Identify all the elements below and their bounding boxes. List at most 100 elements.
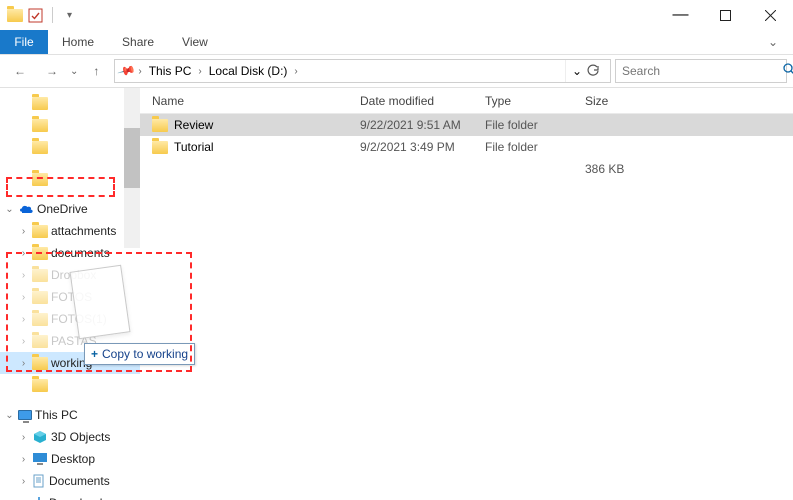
file-name: Review — [174, 118, 213, 132]
tab-view[interactable]: View — [168, 30, 222, 54]
minimize-button[interactable]: — — [658, 0, 703, 30]
address-dropdown[interactable]: ⌄ — [565, 60, 606, 82]
chevron-right-icon[interactable]: › — [196, 66, 203, 77]
tree-node-folder[interactable] — [0, 114, 140, 136]
breadcrumb-this-pc[interactable]: This PC — [146, 64, 195, 78]
expand-icon[interactable]: › — [18, 226, 29, 237]
drag-preview-icon — [70, 265, 131, 340]
back-button[interactable]: ← — [6, 59, 34, 83]
close-button[interactable] — [748, 0, 793, 30]
up-button[interactable]: ↑ — [82, 59, 110, 83]
folder-icon — [32, 97, 48, 110]
expand-icon[interactable]: › — [18, 476, 29, 487]
qat-dropdown-icon[interactable]: ▾ — [61, 7, 78, 24]
folder-icon — [32, 357, 48, 370]
search-input[interactable] — [622, 64, 777, 78]
file-list[interactable]: Name Date modified Type Size Review 9/22… — [140, 88, 793, 500]
tree-label: documents — [51, 246, 110, 260]
expand-icon[interactable]: ⌄ — [4, 204, 15, 215]
breadcrumb[interactable]: 📌 › This PC › Local Disk (D:) › ⌄ — [114, 59, 611, 83]
col-name[interactable]: Name — [140, 94, 360, 108]
search-box[interactable] — [615, 59, 787, 83]
folder-icon — [32, 379, 48, 392]
nav-scrollbar[interactable] — [124, 88, 140, 248]
tree-label: This PC — [35, 408, 78, 422]
expand-icon[interactable]: › — [18, 292, 29, 303]
maximize-button[interactable] — [703, 0, 748, 30]
expand-icon[interactable]: ⌄ — [4, 410, 15, 421]
titlebar: ▾ — — [0, 0, 793, 30]
expand-icon[interactable]: › — [18, 358, 29, 369]
folder-icon — [32, 247, 48, 260]
tree-label: attachments — [51, 224, 116, 238]
onedrive-icon — [18, 203, 34, 215]
tree-node-folder[interactable] — [0, 136, 140, 158]
desktop-icon — [32, 452, 48, 466]
file-type: File folder — [485, 140, 585, 154]
quick-access-toolbar: ▾ — [6, 7, 78, 24]
tree-node-documents[interactable]: › documents — [0, 242, 140, 264]
drag-tooltip: + Copy to working — [84, 343, 195, 365]
window-buttons: — — [658, 0, 793, 30]
this-pc-icon — [18, 410, 32, 420]
tree-node-documents[interactable]: › Documents — [0, 470, 140, 492]
expand-icon[interactable]: › — [18, 248, 29, 259]
plus-icon: + — [91, 347, 98, 361]
col-date[interactable]: Date modified — [360, 94, 485, 108]
folder-icon — [32, 313, 48, 326]
ribbon-expand-icon[interactable]: ⌄ — [753, 30, 793, 54]
properties-icon[interactable] — [27, 7, 44, 24]
forward-button[interactable]: → — [38, 59, 66, 83]
chevron-right-icon[interactable]: › — [292, 66, 299, 77]
chevron-right-icon[interactable]: › — [136, 66, 143, 77]
tree-node-folder[interactable] — [0, 374, 140, 396]
refresh-icon[interactable] — [586, 64, 600, 78]
downloads-icon — [32, 496, 46, 500]
tree-node-folder[interactable] — [0, 92, 140, 114]
file-date: 9/22/2021 9:51 AM — [360, 118, 485, 132]
search-icon[interactable] — [783, 63, 793, 79]
col-size[interactable]: Size — [585, 94, 665, 108]
list-item[interactable]: Tutorial 9/2/2021 3:49 PM File folder — [140, 136, 793, 158]
tree-node-3d-objects[interactable]: › 3D Objects — [0, 426, 140, 448]
drag-ghost — [58, 262, 138, 342]
tree-label: OneDrive — [37, 202, 88, 216]
breadcrumb-local-disk[interactable]: Local Disk (D:) — [206, 64, 291, 78]
tree-node-onedrive[interactable]: ⌄ OneDrive — [0, 198, 140, 220]
tree-node-downloads[interactable]: › Downloads — [0, 492, 140, 500]
tree-label: Downloads — [49, 496, 108, 500]
summary-size: 386 KB — [585, 162, 665, 176]
tree-node-folder[interactable] — [0, 168, 140, 190]
folder-icon — [32, 335, 48, 348]
tree-node-this-pc[interactable]: ⌄ This PC — [0, 404, 140, 426]
expand-icon[interactable]: › — [18, 454, 29, 465]
file-date: 9/2/2021 3:49 PM — [360, 140, 485, 154]
folder-icon — [32, 141, 48, 154]
tree-label: Documents — [49, 474, 110, 488]
pin-icon: 📌 — [117, 61, 137, 81]
list-item[interactable]: Review 9/22/2021 9:51 AM File folder — [140, 114, 793, 136]
folder-icon — [32, 269, 48, 282]
list-summary: 386 KB — [140, 158, 793, 180]
expand-icon[interactable]: › — [18, 314, 29, 325]
chevron-down-icon: ⌄ — [572, 64, 582, 78]
file-name: Tutorial — [174, 140, 214, 154]
tab-home[interactable]: Home — [48, 30, 108, 54]
cube-icon — [32, 430, 48, 444]
folder-icon — [152, 141, 168, 154]
tree-label: 3D Objects — [51, 430, 110, 444]
expand-icon[interactable]: › — [18, 336, 29, 347]
col-type[interactable]: Type — [485, 94, 585, 108]
column-headers[interactable]: Name Date modified Type Size — [140, 88, 793, 114]
recent-dropdown-icon[interactable]: ⌄ — [70, 66, 78, 77]
tree-node-attachments[interactable]: › attachments — [0, 220, 140, 242]
tree-node-desktop[interactable]: › Desktop — [0, 448, 140, 470]
tab-file[interactable]: File — [0, 30, 48, 54]
expand-icon[interactable]: › — [18, 270, 29, 281]
expand-icon[interactable]: › — [18, 432, 29, 443]
drag-tooltip-text: Copy to working — [102, 347, 188, 361]
folder-icon — [152, 119, 168, 132]
tab-share[interactable]: Share — [108, 30, 168, 54]
scrollbar-thumb[interactable] — [124, 128, 140, 188]
file-type: File folder — [485, 118, 585, 132]
